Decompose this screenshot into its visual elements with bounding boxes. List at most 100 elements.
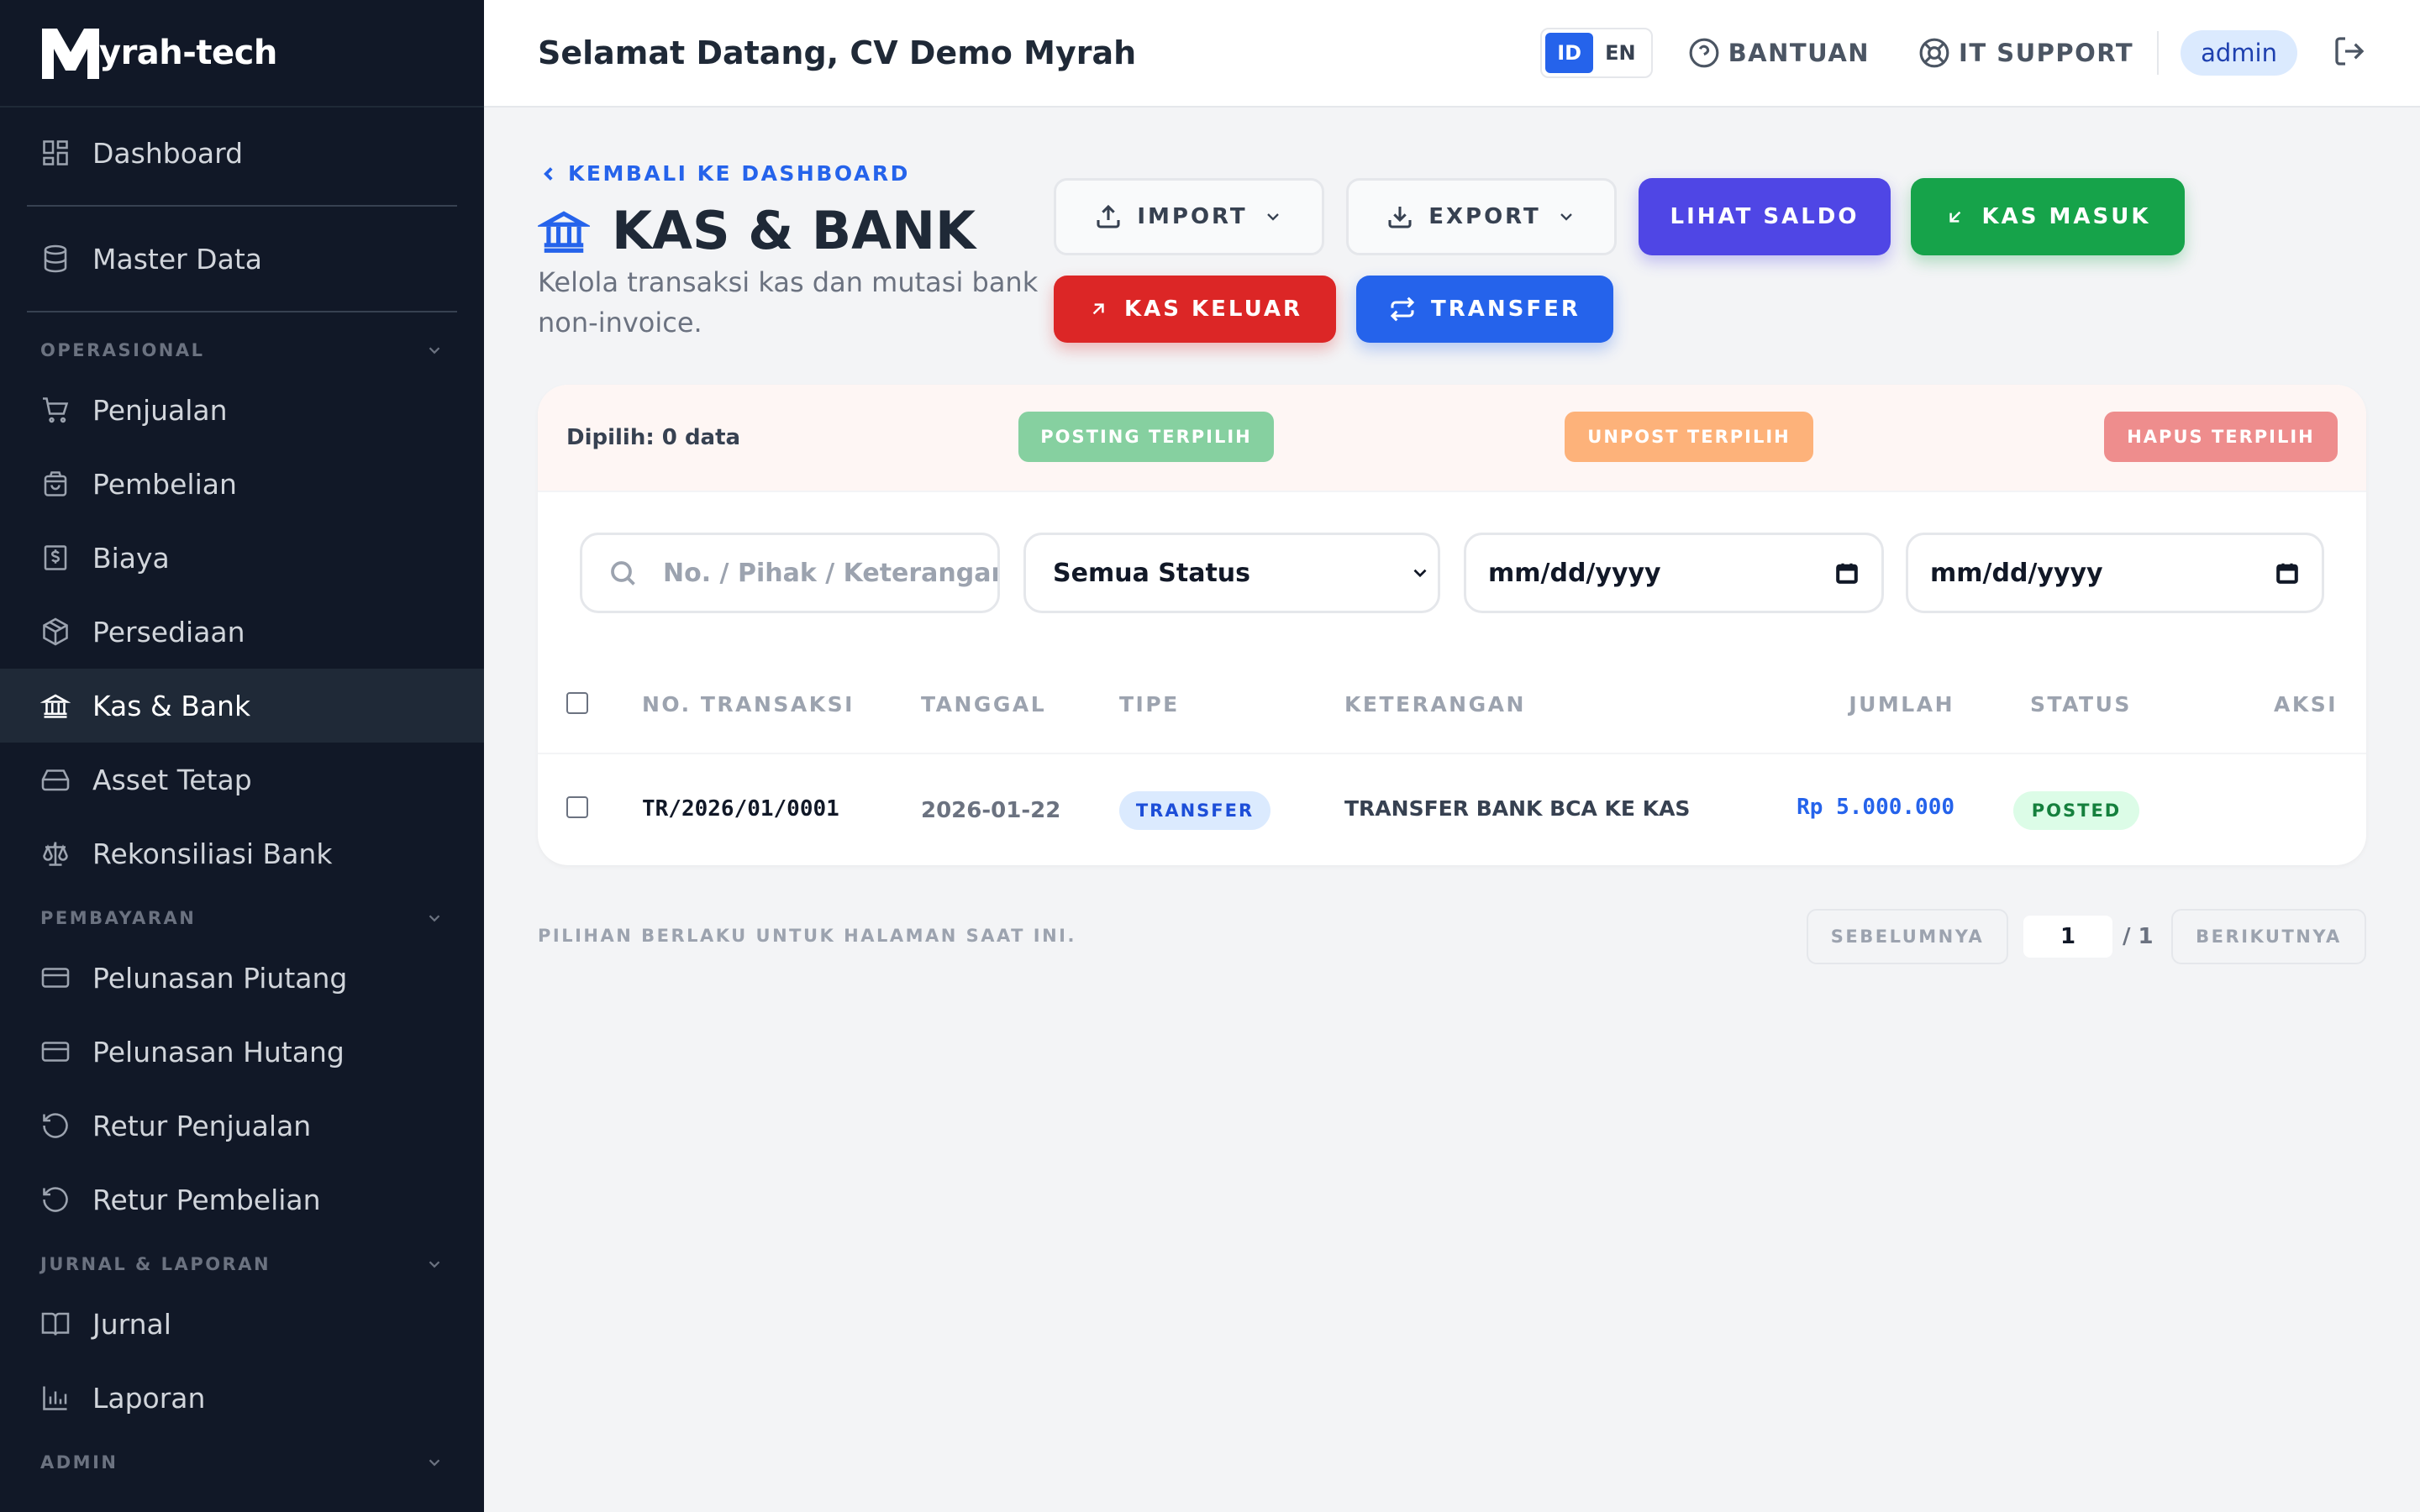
row-no-transaksi[interactable]: TR/2026/01/0001 [642,796,839,822]
calendar-icon[interactable] [1834,560,1860,585]
brand[interactable]: yrah-tech [0,0,484,108]
page-subtitle: Kelola transaksi kas dan mutasi bank non… [538,266,1039,339]
transfer-button[interactable]: TRANSFER [1356,276,1613,343]
chevron-down-icon [429,1261,440,1268]
lihat-saldo-button[interactable]: LIHAT SALDO [1639,178,1891,255]
row-keterangan: TRANSFER BANK BCA KE KAS [1344,796,1691,821]
row-checkbox[interactable] [566,796,588,818]
col-keterangan[interactable]: KETERANGAN [1344,692,1526,717]
back-to-dashboard-link[interactable]: KEMBALI KE DASHBOARD [538,161,910,186]
col-tipe[interactable]: TIPE [1119,692,1180,717]
undo-icon [40,1110,71,1141]
language-switch: ID EN [1540,28,1653,78]
chevron-down-icon [429,347,440,354]
repeat-icon [1390,297,1415,322]
sidebar-item-dashboard[interactable]: Dashboard [0,116,484,190]
sidebar-item-label: Laporan [92,1381,206,1415]
sidebar-item-asset-tetap[interactable]: Asset Tetap [0,743,484,816]
sidebar-item-label: Asset Tetap [92,763,252,796]
topbar: Selamat Datang, CV Demo Myrah ID EN BANT… [484,0,2420,108]
next-page-button[interactable]: BERIKUTNYA [2171,909,2366,964]
sidebar-item-label: Rekonsiliasi Bank [92,837,333,870]
select-all-checkbox[interactable] [566,692,588,714]
transfer-label: TRANSFER [1431,297,1581,322]
status-select[interactable]: Semua Status [1023,533,1440,613]
sidebar-item-pelunasan-hutang[interactable]: Pelunasan Hutang [0,1015,484,1089]
sidebar-item-persediaan[interactable]: Persediaan [0,595,484,669]
section-jurnal-laporan[interactable]: JURNAL & LAPORAN [0,1242,484,1287]
receipt-icon [40,543,71,573]
logout-button[interactable] [2333,34,2366,71]
sidebar-item-label: Pelunasan Piutang [92,961,348,995]
kas-keluar-button[interactable]: KAS KELUAR [1054,276,1336,343]
help-circle-icon [1689,38,1718,68]
row-status-badge: POSTED [2013,791,2139,830]
sidebar-item-label: Kas & Bank [92,689,251,722]
table-header: NO. TRANSAKSI TANGGAL TIPE KETERANGAN JU… [538,654,2366,754]
box-icon [40,617,71,647]
sidebar-item-biaya[interactable]: Biaya [0,521,484,595]
sidebar-item-jurnal[interactable]: Jurnal [0,1287,484,1361]
search-input[interactable] [663,558,997,588]
col-status[interactable]: STATUS [2030,692,2132,717]
row-jumlah: Rp 5.000.000 [1797,795,1954,820]
prev-page-button[interactable]: SEBELUMNYA [1807,909,2008,964]
arrow-down-left-icon [1949,211,1961,223]
delete-selected-button[interactable]: HAPUS TERPILIH [2104,412,2338,462]
unpost-selected-button[interactable]: UNPOST TERPILIH [1565,412,1813,462]
help-label: BANTUAN [1728,39,1870,67]
card-icon [40,963,71,993]
kas-masuk-label: KAS MASUK [1981,204,2151,229]
sidebar-item-kas-bank[interactable]: Kas & Bank [0,669,484,743]
section-operasional[interactable]: OPERASIONAL [0,328,484,373]
lang-en-button[interactable]: EN [1593,33,1647,73]
calendar-icon[interactable] [2275,560,2300,585]
it-support-link[interactable]: IT SUPPORT [1918,37,2133,69]
bank-icon [538,210,590,253]
col-tanggal[interactable]: TANGGAL [921,692,1046,717]
sidebar-item-penjualan[interactable]: Penjualan [0,373,484,447]
bank-icon [40,690,71,721]
row-tanggal: 2026-01-22 [921,798,1061,823]
lihat-saldo-label: LIHAT SALDO [1670,204,1860,229]
import-button[interactable]: IMPORT [1054,178,1324,255]
selected-count: Dipilih: 0 data [566,425,741,450]
page-title: KAS & BANK [612,200,976,261]
it-support-label: IT SUPPORT [1959,39,2134,67]
lang-id-button[interactable]: ID [1545,33,1594,73]
search-field[interactable] [580,533,1000,613]
topbar-divider [2157,31,2160,75]
date-from-input[interactable]: mm/dd/yyyy [1464,533,1884,613]
page-number-input[interactable]: 1 [2023,916,2112,958]
section-pembayaran[interactable]: PEMBAYARAN [0,895,484,941]
kas-masuk-button[interactable]: KAS MASUK [1911,178,2185,255]
undo-icon [40,1184,71,1215]
sidebar-item-rekonsiliasi-bank[interactable]: Rekonsiliasi Bank [0,816,484,890]
sidebar-item-retur-penjualan[interactable]: Retur Penjualan [0,1089,484,1163]
scale-icon [40,838,71,869]
table-row[interactable]: TR/2026/01/0001 2026-01-22 TRANSFER TRAN… [538,754,2366,865]
bulk-actions-bar: Dipilih: 0 data POSTING TERPILIH UNPOST … [538,385,2366,492]
date-to-input[interactable]: mm/dd/yyyy [1906,533,2324,613]
card-icon [40,1037,71,1067]
sidebar-item-master-data[interactable]: Master Data [0,222,484,296]
chevron-left-icon [544,166,553,181]
harddrive-icon [40,764,71,795]
sidebar: yrah-tech Dashboard Master Data OPERASIO… [0,0,484,1512]
chevron-down-icon [1266,213,1279,221]
sidebar-item-label: Master Data [92,242,262,276]
help-link[interactable]: BANTUAN [1688,37,1870,69]
sidebar-item-label: Dashboard [92,136,244,170]
sidebar-item-retur-pembelian[interactable]: Retur Pembelian [0,1163,484,1236]
chevron-down-icon [429,915,440,922]
sidebar-item-pelunasan-piutang[interactable]: Pelunasan Piutang [0,941,484,1015]
user-badge[interactable]: admin [2181,30,2297,76]
col-no-transaksi[interactable]: NO. TRANSAKSI [642,692,855,717]
posting-selected-button[interactable]: POSTING TERPILIH [1018,412,1274,462]
col-jumlah[interactable]: JUMLAH [1849,692,1954,717]
sidebar-item-laporan[interactable]: Laporan [0,1361,484,1435]
sidebar-item-pembelian[interactable]: Pembelian [0,447,484,521]
page-total: / 1 [2123,924,2154,949]
export-button[interactable]: EXPORT [1346,178,1617,255]
section-admin[interactable]: ADMIN [0,1440,484,1485]
